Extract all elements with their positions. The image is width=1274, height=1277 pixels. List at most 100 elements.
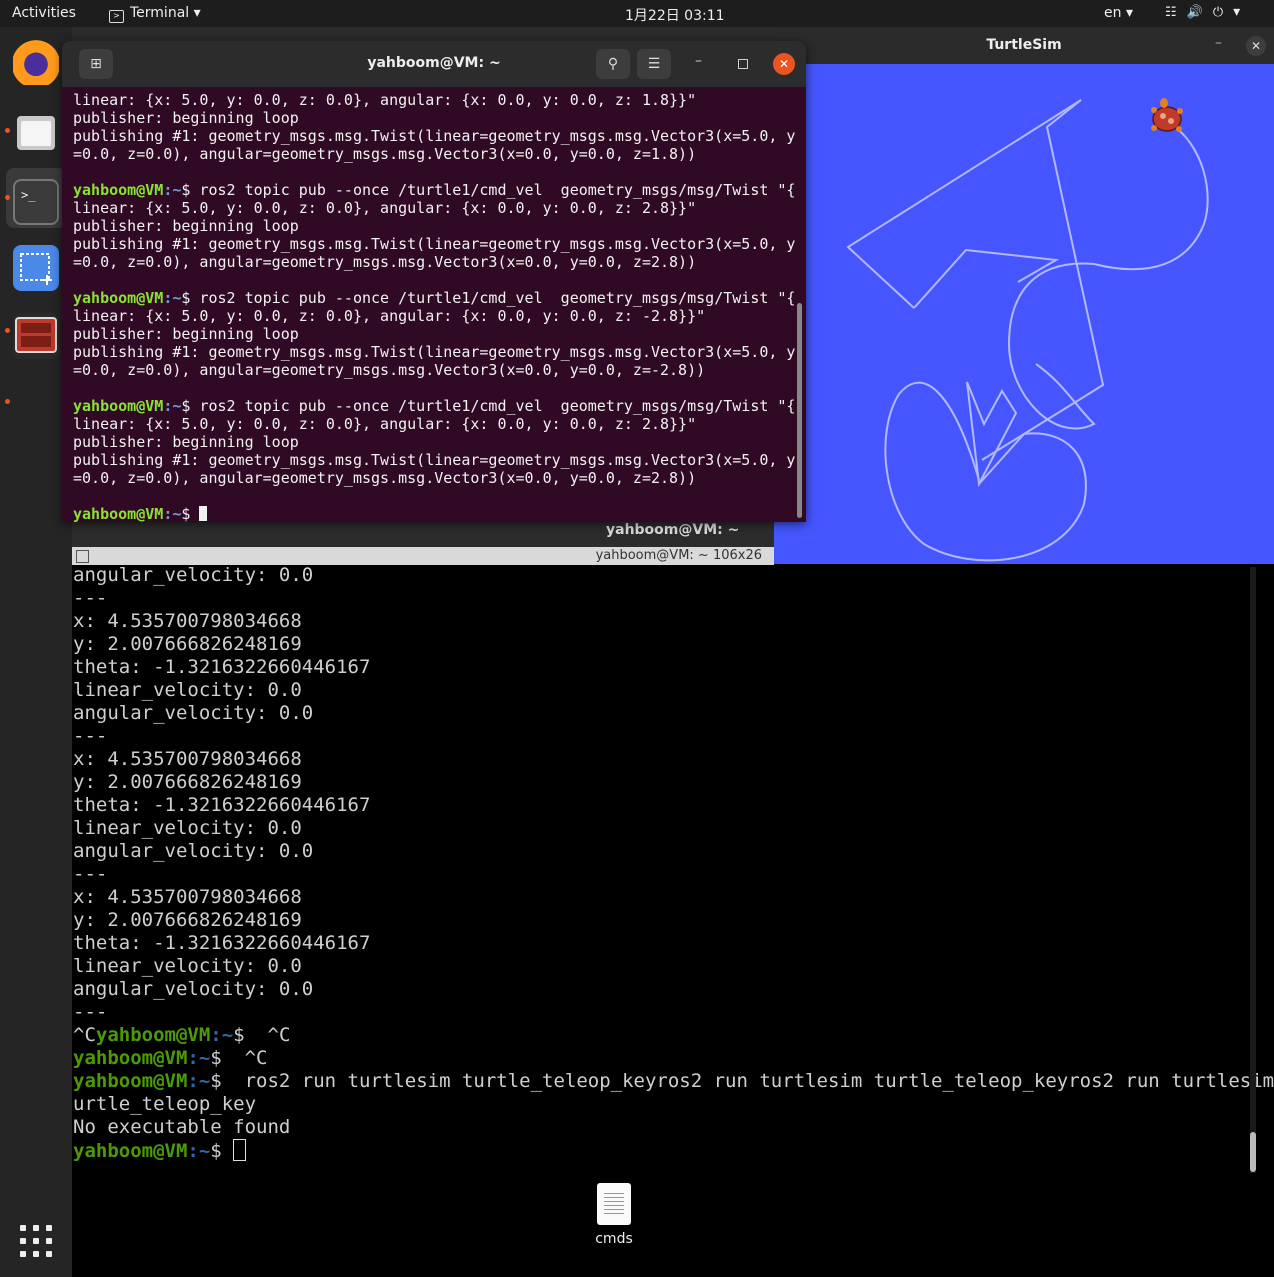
output-line: =0.0, z=0.0), angular=geometry_msgs.msg.… — [73, 145, 697, 163]
command-text: ros2 run turtlesim turtle_teleop_keyros2… — [233, 1070, 1274, 1092]
prompt-user: yahboom@VM — [95, 1024, 211, 1046]
system-monitor-icon[interactable] — [13, 313, 59, 359]
prompt-user: yahboom@VM — [73, 397, 164, 415]
terminal-cursor — [199, 506, 208, 521]
language-label: en — [1104, 5, 1122, 21]
close-icon: ✕ — [1250, 39, 1262, 53]
prompt-path: :~ — [187, 1070, 211, 1092]
terminal-headerbar[interactable]: ⊞ yahboom@VM: ~ ⚲ ☰ – ✕ — [62, 41, 806, 87]
output-line: publisher: beginning loop — [73, 433, 299, 451]
terminal-cursor — [233, 1139, 247, 1161]
output-line: --- — [73, 1001, 108, 1023]
output-line: =0.0, z=0.0), angular=geometry_msgs.msg.… — [73, 361, 706, 379]
tab-icon — [76, 550, 89, 563]
search-icon: ⚲ — [607, 56, 619, 72]
search-button[interactable]: ⚲ — [596, 49, 630, 79]
output-line: linear_velocity: 0.0 — [73, 679, 302, 701]
terminal-size-label: yahboom@VM: ~ 106x26 — [595, 548, 762, 563]
turtlesim-titlebar[interactable]: TurtleSim – ✕ — [774, 27, 1274, 64]
output-line: angular_velocity: 0.0 — [73, 840, 314, 862]
prompt-symbol: $ — [210, 1140, 234, 1162]
close-icon: ✕ — [778, 57, 790, 71]
background-terminal-window[interactable]: yahboom@VM: ~ yahboom@VM: ~ 106x26 angul… — [72, 522, 1274, 1277]
prompt-symbol: $ — [210, 1070, 234, 1092]
output-line: y: 2.007666826248169 — [73, 771, 302, 793]
clock[interactable]: 1月22日 03:11 — [625, 5, 725, 25]
command-text: ros2 topic pub --once /turtle1/cmd_vel g… — [199, 289, 796, 307]
language-indicator[interactable]: en ▾ — [1104, 5, 1133, 21]
power-icon: ⏻ — [1212, 5, 1224, 20]
folder-icon — [17, 116, 55, 150]
hamburger-icon: ☰ — [647, 56, 661, 72]
terminal-prompt-icon: >_ — [21, 188, 36, 202]
svg-text:>_: >_ — [21, 188, 36, 202]
prompt-path: :~ — [187, 1140, 211, 1162]
output-line: linear_velocity: 0.0 — [73, 817, 302, 839]
prompt-user: yahboom@VM — [73, 1140, 188, 1162]
running-indicator — [5, 399, 10, 404]
turtle-path — [846, 99, 1082, 309]
output-line: ^C — [73, 1024, 96, 1046]
turtlesim-window[interactable]: TurtleSim – ✕ — [774, 27, 1274, 564]
files-icon[interactable] — [13, 109, 59, 155]
prompt-path: :~ — [163, 505, 182, 522]
prompt-path: :~ — [163, 397, 182, 415]
prompt-symbol: $ — [181, 505, 200, 522]
terminal-icon: > — [109, 10, 124, 23]
output-line: publisher: beginning loop — [73, 217, 299, 235]
menu-button[interactable]: ☰ — [637, 49, 671, 79]
scrollbar[interactable] — [797, 303, 802, 518]
background-terminal-header: yahboom@VM: ~ 106x26 — [72, 547, 774, 565]
running-indicator — [5, 195, 10, 200]
prompt-path: :~ — [163, 289, 182, 307]
background-terminal-title: yahboom@VM: ~ — [606, 522, 740, 538]
firefox-icon[interactable] — [13, 39, 59, 85]
desktop-file-label: cmds — [595, 1231, 633, 1247]
prompt-user: yahboom@VM — [73, 505, 164, 522]
terminal-window[interactable]: ⊞ yahboom@VM: ~ ⚲ ☰ – ✕ linear: {x: 5.0,… — [62, 41, 806, 522]
close-button[interactable]: ✕ — [773, 53, 795, 75]
output-line: angular_velocity: 0.0 — [73, 978, 314, 1000]
output-line: y: 2.007666826248169 — [73, 909, 302, 931]
command-text: ros2 topic pub --once /turtle1/cmd_vel g… — [199, 397, 796, 415]
output-line: publisher: beginning loop — [73, 325, 299, 343]
output-line: linear: {x: 5.0, y: 0.0, z: 0.0}, angula… — [73, 307, 706, 325]
close-button[interactable]: ✕ — [1246, 36, 1266, 56]
prompt-symbol: $ — [233, 1024, 257, 1046]
output-line: theta: -1.3216322660446167 — [73, 794, 371, 816]
running-indicator — [5, 128, 10, 133]
app-menu[interactable]: > Terminal ▾ — [109, 5, 201, 23]
output-line: y: 2.007666826248169 — [73, 633, 302, 655]
volume-icon: 🔊 — [1186, 5, 1203, 20]
desktop-file-cmds[interactable]: cmds — [592, 1183, 636, 1247]
background-terminal-output[interactable]: angular_velocity: 0.0 --- x: 4.535700798… — [73, 564, 1274, 1163]
show-apps-icon[interactable] — [20, 1225, 53, 1258]
prompt-user: yahboom@VM — [73, 289, 164, 307]
maximize-button[interactable] — [738, 59, 748, 69]
output-line: linear: {x: 5.0, y: 0.0, z: 0.0}, angula… — [73, 199, 697, 217]
minimize-button[interactable]: – — [695, 53, 702, 69]
prompt-symbol: $ — [210, 1047, 234, 1069]
app-menu-label: Terminal — [130, 5, 190, 21]
output-line: theta: -1.3216322660446167 — [73, 932, 371, 954]
output-line: publisher: beginning loop — [73, 109, 299, 127]
screenshot-icon[interactable] — [13, 245, 59, 291]
scrollbar[interactable] — [1250, 567, 1256, 1173]
prompt-path: :~ — [210, 1024, 234, 1046]
network-icon: ☷ — [1165, 5, 1177, 20]
output-line: --- — [73, 725, 108, 747]
output-line: =0.0, z=0.0), angular=geometry_msgs.msg.… — [73, 469, 697, 487]
terminal-output[interactable]: linear: {x: 5.0, y: 0.0, z: 0.0}, angula… — [73, 91, 798, 522]
activities-button[interactable]: Activities — [12, 5, 76, 21]
minimize-button[interactable]: – — [1215, 35, 1222, 51]
chevron-down-icon: ▾ — [1233, 4, 1241, 20]
output-line: angular_velocity: 0.0 — [73, 702, 314, 724]
system-tray[interactable]: ☷ 🔊 ⏻ ▾ — [1165, 4, 1240, 20]
terminal-app-icon[interactable]: >_ — [13, 179, 59, 225]
prompt-symbol: $ — [181, 181, 200, 199]
turtle-path — [1007, 121, 1209, 430]
scrollbar-thumb[interactable] — [1250, 1132, 1256, 1172]
output-line: x: 4.535700798034668 — [73, 610, 302, 632]
output-line: publishing #1: geometry_msgs.msg.Twist(l… — [73, 235, 796, 253]
output-line: publishing #1: geometry_msgs.msg.Twist(l… — [73, 127, 796, 145]
